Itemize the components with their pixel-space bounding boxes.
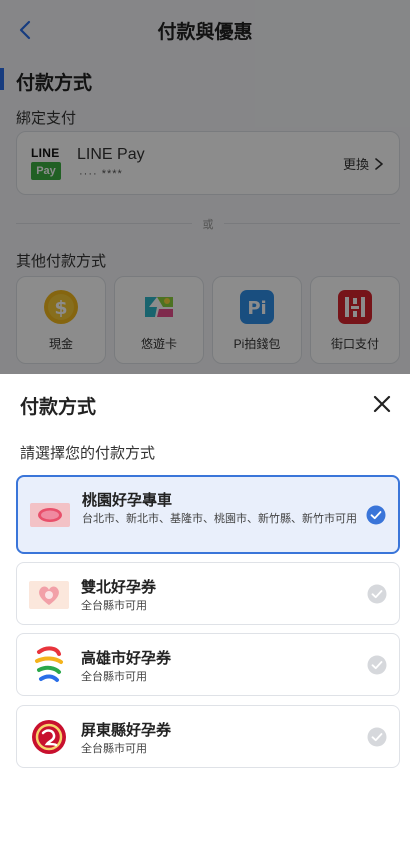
- checkmark-unselected-icon: [367, 727, 387, 747]
- shuangbei-heart-icon: [29, 581, 69, 609]
- option-description: 全台縣市可用: [81, 743, 147, 755]
- close-icon: [373, 395, 391, 413]
- option-title: 桃園好孕專車: [82, 492, 173, 509]
- checkmark-unselected-icon: [367, 655, 387, 675]
- option-taoyuan[interactable]: 桃園好孕專車 台北市、新北市、基隆市、桃園市、新竹縣、新竹市可用: [16, 475, 400, 554]
- option-description: 台北市、新北市、基隆市、桃園市、新竹縣、新竹市可用: [82, 513, 357, 525]
- close-button[interactable]: [368, 390, 396, 418]
- option-description: 全台縣市可用: [81, 600, 147, 612]
- option-title: 高雄市好孕券: [81, 650, 172, 667]
- kaohsiung-logo-icon: [35, 646, 63, 682]
- option-description: 全台縣市可用: [81, 671, 147, 683]
- checkmark-selected-icon: [366, 505, 386, 525]
- option-title: 屏東縣好孕券: [81, 722, 172, 739]
- modal-backdrop[interactable]: [0, 0, 410, 374]
- option-pingtung[interactable]: 屏東縣好孕券 全台縣市可用: [16, 705, 400, 768]
- pingtung-logo-icon: [32, 720, 66, 754]
- sheet-subtitle: 請選擇您的付款方式: [20, 445, 156, 462]
- taoyuan-card-icon: [30, 503, 70, 527]
- option-title: 雙北好孕券: [81, 579, 157, 596]
- option-shuangbei[interactable]: 雙北好孕券 全台縣市可用: [16, 562, 400, 625]
- checkmark-unselected-icon: [367, 584, 387, 604]
- payment-method-sheet: 付款方式 請選擇您的付款方式 桃園好孕專車 台北市、新北市、基隆市、桃園市、新竹…: [0, 374, 410, 850]
- option-kaohsiung[interactable]: 高雄市好孕券 全台縣市可用: [16, 633, 400, 696]
- sheet-title: 付款方式: [20, 397, 97, 418]
